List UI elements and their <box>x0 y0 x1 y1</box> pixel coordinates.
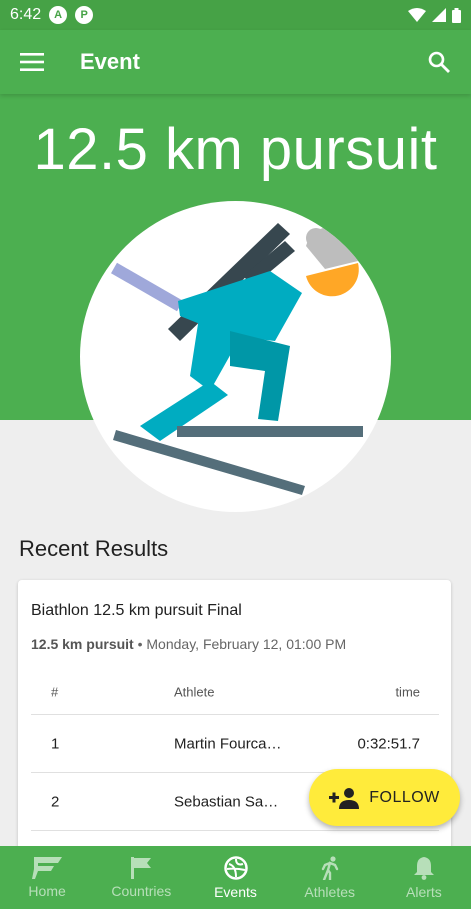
follow-label: FOLLOW <box>369 788 440 806</box>
biathlon-pictogram-icon <box>111 223 363 495</box>
nav-athletes[interactable]: Athletes <box>283 846 377 909</box>
column-rank: # <box>51 684 59 700</box>
column-time: time <box>395 684 420 700</box>
nav-alerts[interactable]: Alerts <box>377 846 471 909</box>
nav-home[interactable]: Home <box>0 846 94 909</box>
nav-events[interactable]: Events <box>188 846 282 909</box>
nav-athletes-label: Athletes <box>304 883 355 900</box>
nav-events-label: Events <box>214 883 257 900</box>
subtitle-separator: • <box>137 636 143 652</box>
row-athlete: Martin Fourca… <box>174 735 282 752</box>
person-add-icon <box>329 787 360 809</box>
wifi-icon <box>408 8 426 22</box>
notification-a-icon: A <box>49 6 68 24</box>
nav-alerts-label: Alerts <box>406 883 442 900</box>
notification-p-icon: P <box>75 6 94 24</box>
search-icon <box>428 51 450 73</box>
home-logo-icon <box>32 856 63 879</box>
flag-icon <box>131 856 152 879</box>
page-title: Event <box>80 49 140 74</box>
menu-button[interactable] <box>0 30 64 94</box>
bottom-navigation: Home Countries Events Athletes Alerts <box>0 846 471 909</box>
event-name: 12.5 km pursuit <box>31 636 134 652</box>
event-title: 12.5 km pursuit <box>33 117 438 182</box>
follow-button[interactable]: FOLLOW <box>309 769 460 826</box>
recent-results-heading: Recent Results <box>19 536 169 561</box>
row-rank: 2 <box>51 793 60 810</box>
result-card-subtitle: 12.5 km pursuit • Monday, February 12, 0… <box>31 636 346 652</box>
biathlon-emblem <box>80 201 391 512</box>
table-row[interactable]: 1 Martin Fourca… 0:32:51.7 <box>31 715 439 773</box>
status-bar: 6:42 A P <box>0 0 471 30</box>
search-button[interactable] <box>407 30 471 94</box>
ball-icon <box>223 855 248 880</box>
row-rank: 1 <box>51 735 60 752</box>
nav-countries-label: Countries <box>111 882 172 899</box>
app-bar: Event <box>0 30 471 94</box>
bell-icon <box>413 856 434 880</box>
row-time: 0:32:51.7 <box>357 735 420 752</box>
battery-icon <box>452 7 461 23</box>
signal-icon <box>432 8 446 22</box>
status-time: 6:42 <box>10 6 42 23</box>
result-card-title: Biathlon 12.5 km pursuit Final <box>31 602 242 619</box>
runner-icon <box>321 855 338 880</box>
column-athlete: Athlete <box>174 684 215 700</box>
table-header: # Athlete time <box>31 670 439 715</box>
nav-countries[interactable]: Countries <box>94 846 188 909</box>
nav-home-label: Home <box>28 882 66 899</box>
menu-icon <box>20 53 44 71</box>
event-date: Monday, February 12, 01:00 PM <box>146 636 347 652</box>
row-athlete: Sebastian Sa… <box>174 793 279 810</box>
